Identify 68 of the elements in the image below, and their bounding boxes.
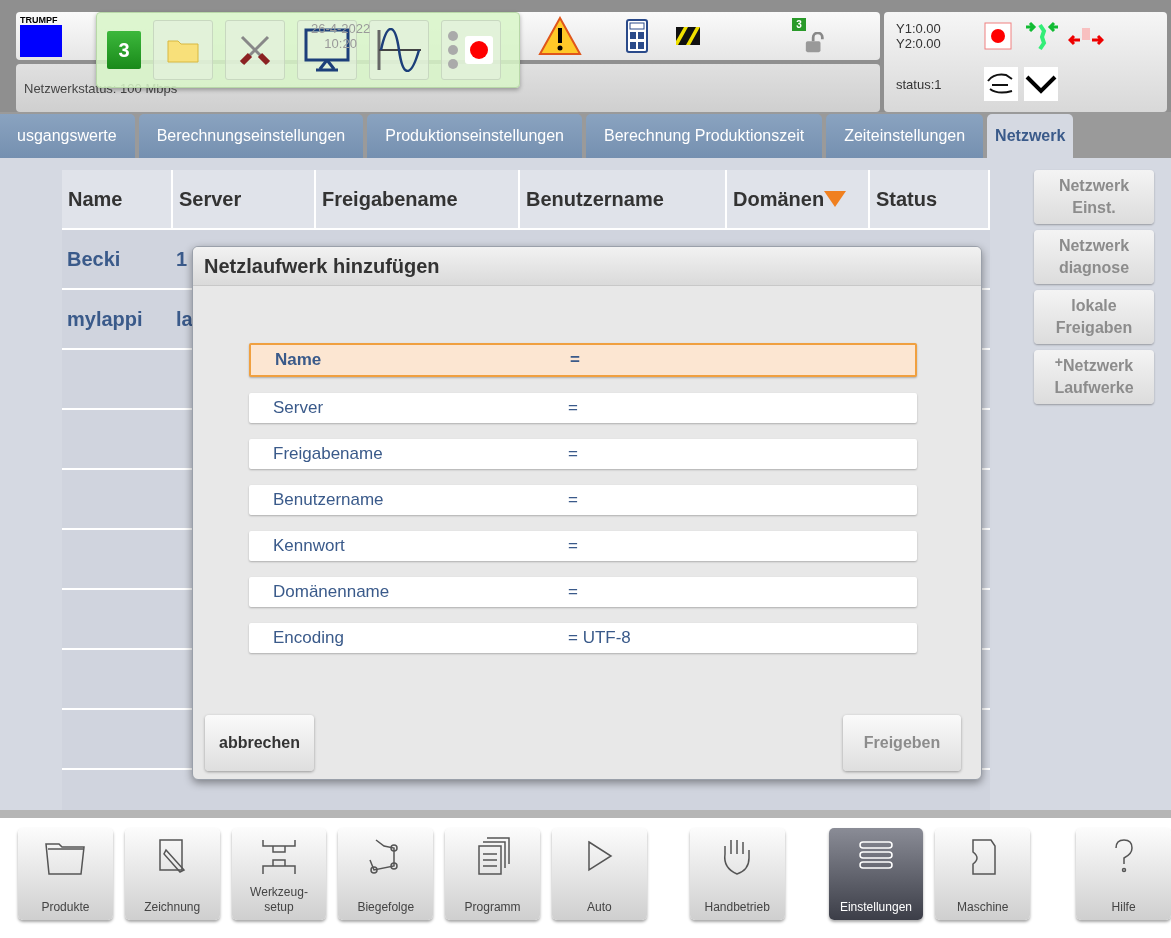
nav-button[interactable]: Einstellungen: [828, 828, 924, 920]
column-header-text: Name: [68, 187, 123, 211]
column-header[interactable]: Server: [173, 170, 316, 228]
padlock-icon[interactable]: [804, 32, 827, 54]
tools-button[interactable]: [225, 20, 285, 80]
nav-button[interactable]: Werkzeug- setup: [231, 828, 327, 920]
field-label: Encoding: [272, 628, 345, 648]
calculator-icon[interactable]: [626, 19, 649, 53]
sine-wave-button[interactable]: [369, 20, 429, 80]
form-field[interactable]: Benutzername =: [249, 485, 917, 515]
form-field[interactable]: Domänenname =: [249, 577, 917, 607]
column-header[interactable]: Status: [870, 170, 990, 228]
table-cell-text: la: [175, 306, 193, 332]
column-header-text: Server: [179, 187, 242, 211]
nav-button[interactable]: Handbetrieb: [689, 828, 785, 920]
column-header-text: Status: [876, 187, 938, 211]
field-label: Server: [272, 398, 325, 418]
logo-text: TRUMPF: [20, 15, 59, 25]
column-header-text: Freigabename: [322, 187, 458, 211]
column-header[interactable]: Domänen: [727, 170, 870, 228]
indicator-button[interactable]: [441, 20, 501, 80]
column-header[interactable]: Benutzername: [520, 170, 727, 228]
nav-button[interactable]: Zeichnung: [124, 828, 220, 920]
field-label: Domänenname: [272, 582, 391, 602]
tools-icon: [238, 33, 272, 67]
dialog-title: Netzlaufwerk hinzufügen: [193, 247, 981, 286]
field-label: Name: [274, 350, 323, 370]
table-cell-text: mylappi: [66, 306, 144, 332]
field-value: =: [568, 490, 578, 510]
nav-button[interactable]: Biegefolge: [338, 828, 434, 920]
nav-button[interactable]: Produkte: [18, 828, 113, 920]
nav-button[interactable]: Hilfe: [1076, 828, 1171, 920]
form-field[interactable]: Encoding = UTF-8: [249, 623, 917, 653]
field-label: Freigabename: [272, 444, 384, 464]
field-value: =: [568, 582, 578, 602]
form-field[interactable]: Name =: [249, 343, 917, 377]
nav-button[interactable]: Auto: [552, 828, 647, 920]
column-header-text: Benutzername: [526, 187, 664, 211]
v-die-icon[interactable]: [1024, 67, 1058, 101]
sine-wave-icon: [375, 28, 423, 72]
status-text: status:1: [896, 76, 943, 92]
nav-button[interactable]: Programm: [445, 828, 540, 920]
form-field[interactable]: Server =: [249, 393, 917, 423]
form-field[interactable]: Freigabename =: [249, 439, 917, 469]
record-icon[interactable]: [984, 22, 1012, 50]
field-value: = UTF-8: [568, 628, 631, 648]
form-field[interactable]: Kennwort =: [249, 531, 917, 561]
y1-value: Y1:0.00: [896, 21, 942, 36]
column-header-text: Domänen: [733, 187, 825, 211]
hand-icon[interactable]: [984, 67, 1018, 101]
table-cell-text: Becki: [66, 246, 122, 272]
y2-value: Y2:0.00: [896, 36, 942, 51]
field-label: Benutzername: [272, 490, 385, 510]
field-value: =: [568, 536, 578, 556]
warning-icon[interactable]: [538, 16, 583, 56]
field-value: =: [568, 398, 578, 418]
field-value: =: [570, 350, 580, 370]
field-label: Kennwort: [272, 536, 346, 556]
lock-badge: 3: [792, 18, 806, 31]
field-value: =: [568, 444, 578, 464]
tab[interactable]: Netzwerk: [987, 114, 1074, 158]
hazard-stripes-icon: [676, 27, 701, 45]
column-header[interactable]: Name: [62, 170, 173, 228]
nav-button[interactable]: Maschine: [935, 828, 1031, 920]
column-header[interactable]: Freigabename: [316, 170, 520, 228]
logo-square: [20, 25, 62, 57]
table-cell-text: 1: [175, 246, 188, 272]
dialog-button[interactable]: abbrechen: [205, 715, 314, 771]
